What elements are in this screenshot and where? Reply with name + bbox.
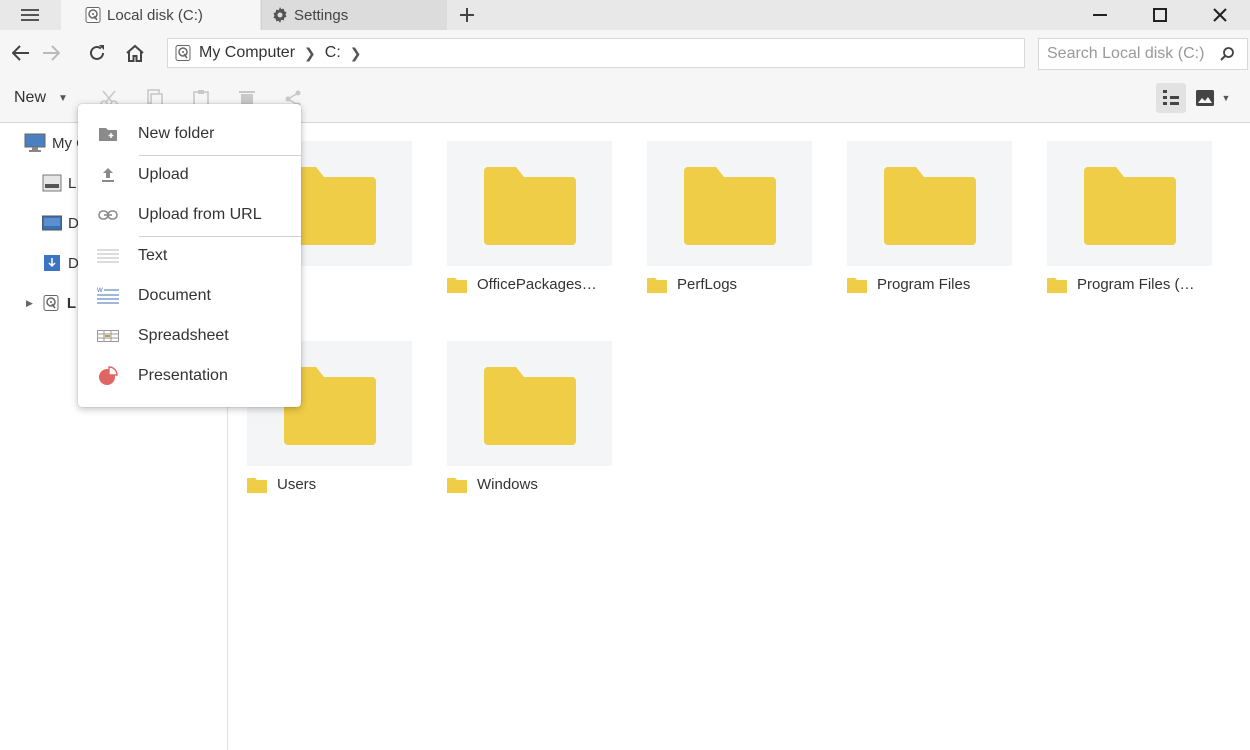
maximize-icon bbox=[1153, 8, 1167, 22]
spreadsheet-icon bbox=[78, 330, 138, 342]
search-box bbox=[1038, 38, 1248, 70]
menu-divider bbox=[139, 155, 301, 156]
expand-arrow-icon[interactable]: ▶ bbox=[26, 298, 33, 309]
folder-icon bbox=[683, 166, 776, 245]
folder-icon bbox=[483, 366, 576, 445]
folder-icon bbox=[1047, 277, 1067, 293]
search-icon[interactable] bbox=[1219, 46, 1235, 62]
menu-item-upload[interactable]: Upload bbox=[78, 157, 301, 193]
folder-thumbnail bbox=[447, 341, 612, 466]
folder-name: Program Files (x… bbox=[1077, 276, 1202, 293]
folder-name: Users bbox=[277, 476, 317, 493]
home-icon bbox=[126, 44, 144, 62]
menu-button[interactable] bbox=[0, 0, 60, 30]
breadcrumb-my-computer[interactable]: My Computer bbox=[199, 44, 295, 62]
view-mode-button[interactable]: ▼ bbox=[1193, 83, 1233, 113]
folder-icon bbox=[447, 477, 467, 493]
svg-text:W: W bbox=[97, 288, 103, 294]
folder-tile[interactable]: Program Files (x… bbox=[1047, 141, 1212, 293]
folder-tile[interactable]: Windows bbox=[447, 341, 612, 493]
minimize-icon bbox=[1093, 14, 1107, 16]
refresh-button[interactable] bbox=[82, 38, 112, 68]
disk-icon bbox=[175, 45, 191, 61]
folder-name: Windows bbox=[477, 476, 538, 493]
folder-tile[interactable]: PerfLogs bbox=[647, 141, 812, 293]
folder-thumbnail bbox=[1047, 141, 1212, 266]
menu-item-spreadsheet[interactable]: Spreadsheet bbox=[78, 318, 301, 354]
new-tab-button[interactable] bbox=[448, 0, 486, 30]
tab-local-disk[interactable]: Local disk (C:) bbox=[61, 0, 260, 30]
new-button-label: New bbox=[14, 89, 47, 106]
folder-icon bbox=[483, 166, 576, 245]
hamburger-icon bbox=[21, 9, 39, 21]
tree-view-icon bbox=[1163, 90, 1179, 105]
document-icon: W bbox=[78, 287, 138, 305]
arrow-left-icon bbox=[12, 45, 29, 61]
menu-item-text[interactable]: Text bbox=[78, 238, 301, 274]
close-button[interactable] bbox=[1190, 0, 1250, 30]
sidebar-item-downloads[interactable]: D bbox=[44, 248, 79, 278]
menu-item-upload-from-url[interactable]: Upload from URL bbox=[78, 197, 301, 233]
disk-icon bbox=[43, 295, 59, 311]
folder-tile[interactable]: Program Files bbox=[847, 141, 1012, 293]
sidebar-item-desktop[interactable]: D bbox=[42, 208, 79, 238]
chevron-right-icon: ❯ bbox=[304, 44, 316, 61]
upload-icon bbox=[78, 167, 138, 183]
forward-button[interactable] bbox=[36, 38, 66, 68]
caret-down-icon: ▼ bbox=[58, 92, 68, 104]
presentation-icon bbox=[78, 366, 138, 386]
menu-item-document[interactable]: W Document bbox=[78, 278, 301, 314]
arrow-right-icon bbox=[43, 45, 60, 61]
menu-divider bbox=[139, 236, 301, 237]
breadcrumb-c-drive[interactable]: C: bbox=[325, 44, 341, 62]
maximize-button[interactable] bbox=[1130, 0, 1190, 30]
home-button[interactable] bbox=[120, 38, 150, 68]
menu-item-presentation[interactable]: Presentation bbox=[78, 358, 301, 394]
folder-icon bbox=[883, 166, 976, 245]
disk-drive-icon bbox=[42, 174, 62, 192]
sidebar-item-local-disk-c[interactable]: ▶ L bbox=[26, 288, 76, 318]
menu-item-new-folder[interactable]: New folder bbox=[78, 116, 301, 152]
text-file-icon bbox=[78, 248, 138, 264]
disk-icon bbox=[85, 7, 101, 23]
search-input[interactable] bbox=[1045, 44, 1219, 64]
minimize-button[interactable] bbox=[1070, 0, 1130, 30]
new-button[interactable]: New ▼ bbox=[6, 83, 76, 113]
refresh-icon bbox=[90, 45, 104, 60]
tree-view-button[interactable] bbox=[1156, 83, 1186, 113]
chevron-right-icon[interactable]: ❯ bbox=[350, 45, 362, 62]
back-button[interactable] bbox=[6, 38, 36, 68]
caret-down-icon: ▼ bbox=[1221, 93, 1231, 103]
tab-label: Local disk (C:) bbox=[107, 6, 203, 24]
close-icon bbox=[1213, 8, 1227, 22]
computer-icon bbox=[24, 133, 46, 152]
folder-name: OfficePackagesF… bbox=[477, 276, 602, 293]
new-menu: New folder Upload Upload from URL Text W… bbox=[78, 104, 301, 407]
tab-settings[interactable]: Settings bbox=[261, 0, 447, 30]
tab-label: Settings bbox=[294, 6, 349, 24]
sidebar-item-local-disk[interactable]: L bbox=[42, 168, 76, 198]
folder-icon bbox=[247, 477, 267, 493]
gear-icon bbox=[272, 7, 288, 23]
folder-name: Program Files bbox=[877, 276, 971, 293]
folder-thumbnail bbox=[447, 141, 612, 266]
folder-thumbnail bbox=[647, 141, 812, 266]
folder-icon bbox=[447, 277, 467, 293]
folder-name: PerfLogs bbox=[677, 276, 738, 293]
desktop-icon bbox=[42, 215, 62, 231]
downloads-icon bbox=[44, 255, 60, 271]
folder-thumbnail bbox=[847, 141, 1012, 266]
plus-icon bbox=[460, 8, 474, 22]
folder-icon bbox=[847, 277, 867, 293]
new-folder-icon bbox=[78, 127, 138, 141]
breadcrumb[interactable]: My Computer ❯ C: ❯ bbox=[167, 38, 1025, 68]
folder-icon bbox=[1083, 166, 1176, 245]
folder-tile[interactable]: OfficePackagesF… bbox=[447, 141, 612, 293]
image-icon bbox=[1195, 90, 1214, 106]
link-icon bbox=[78, 209, 138, 221]
folder-icon bbox=[647, 277, 667, 293]
